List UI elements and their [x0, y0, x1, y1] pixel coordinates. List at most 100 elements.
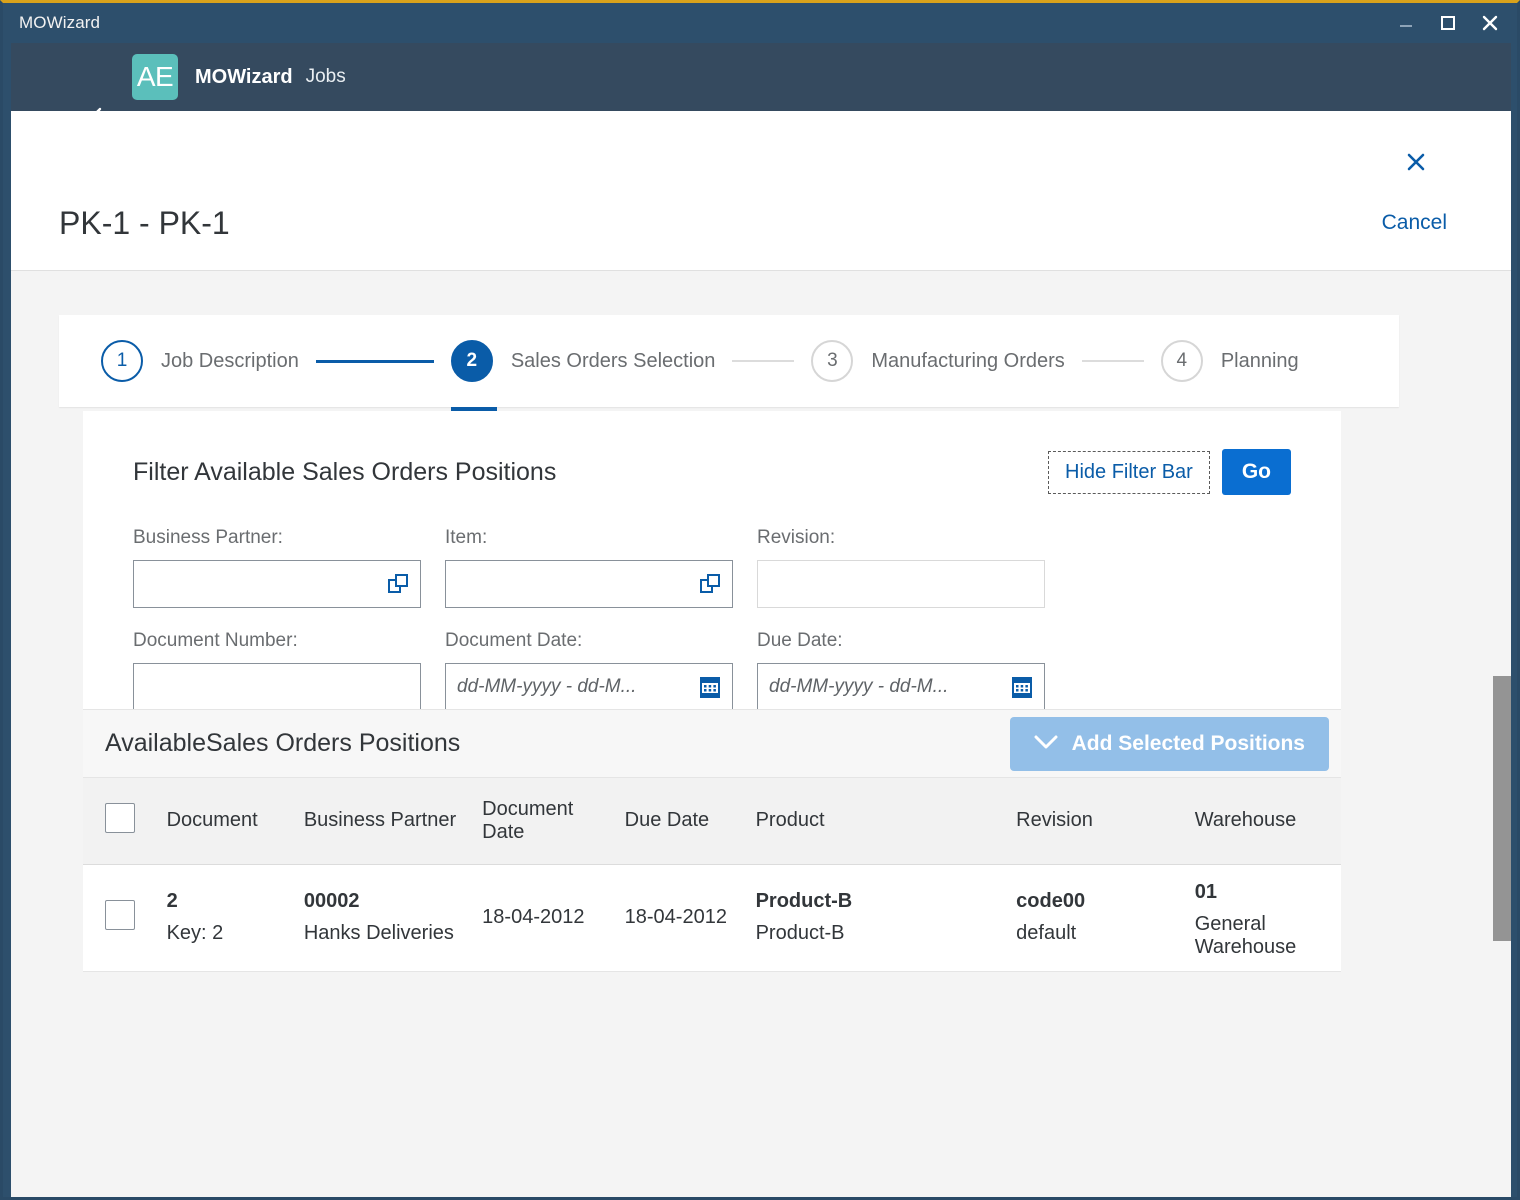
filter-field-document-date: Document Date: [445, 630, 757, 711]
table-viewport: AvailableSales Orders Positions Add Sele… [83, 709, 1341, 981]
table-row[interactable]: 2 Key: 2 00002 Hanks Deliveries 18-04-20… [83, 864, 1341, 971]
filter-field-due-date: Due Date: [757, 630, 1069, 711]
table-toolbar: AvailableSales Orders Positions Add Sele… [83, 710, 1341, 778]
cell-warehouse: 01 General Warehouse [1187, 864, 1341, 971]
column-header-warehouse[interactable]: Warehouse [1187, 778, 1341, 864]
item-input[interactable] [446, 561, 732, 607]
wizard-step-2[interactable]: 2 Sales Orders Selection [451, 340, 716, 382]
cell-revision: code00 default [1008, 864, 1187, 971]
item-input-wrap[interactable] [445, 560, 733, 608]
wizard-step-3-label: Manufacturing Orders [871, 350, 1064, 373]
os-window-title: MOWizard [19, 13, 100, 33]
go-button[interactable]: Go [1222, 449, 1291, 495]
cell-product-sub: Product-B [756, 922, 1001, 945]
table-header-row: Document Business Partner Document Date … [83, 778, 1341, 864]
wizard-step-3-number: 3 [811, 340, 853, 382]
cell-document-sub: Key: 2 [167, 922, 288, 945]
filter-field-business-partner: Business Partner: [133, 527, 445, 608]
filter-field-document-number: Document Number: [133, 630, 445, 711]
cell-revision-main: code00 [1016, 890, 1179, 913]
hide-filter-bar-button[interactable]: Hide Filter Bar [1048, 451, 1210, 494]
cell-product-main: Product-B [756, 890, 1001, 913]
filter-title: Filter Available Sales Orders Positions [133, 458, 556, 487]
cell-document: 2 Key: 2 [159, 864, 296, 971]
os-window: MOWizard AE MOWizard Jobs [0, 0, 1520, 1200]
value-help-icon[interactable] [699, 573, 721, 595]
wizard-step-1-number: 1 [101, 340, 143, 382]
available-positions-table: AvailableSales Orders Positions Add Sele… [83, 709, 1341, 972]
wizard-step-2-number: 2 [451, 340, 493, 382]
app-logo: AE [132, 54, 178, 100]
dialog-header: PK-1 - PK-1 Cancel [11, 111, 1511, 271]
add-selected-positions-button[interactable]: Add Selected Positions [1010, 717, 1329, 771]
page-title: PK-1 - PK-1 [59, 205, 230, 242]
wizard-step-4[interactable]: 4 Planning [1161, 340, 1299, 382]
cell-due-date: 18-04-2012 [617, 864, 748, 971]
row-select-cell [83, 864, 159, 971]
maximize-icon[interactable] [1427, 5, 1469, 41]
column-header-product[interactable]: Product [748, 778, 1009, 864]
wizard-steps: 1 Job Description 2 Sales Orders Selecti… [59, 315, 1399, 407]
cell-product: Product-B Product-B [748, 864, 1009, 971]
revision-input[interactable] [758, 561, 1044, 607]
app-subtitle: Jobs [306, 66, 346, 88]
dialog-body: 1 Job Description 2 Sales Orders Selecti… [11, 271, 1511, 1196]
business-partner-input[interactable] [134, 561, 420, 607]
table-title: AvailableSales Orders Positions [105, 729, 460, 758]
wizard-step-4-number: 4 [1161, 340, 1203, 382]
wizard-step-1-label: Job Description [161, 350, 299, 373]
select-all-checkbox[interactable] [105, 803, 135, 833]
filter-header: Filter Available Sales Orders Positions … [133, 449, 1291, 495]
app-shell: AE MOWizard Jobs PK-1 - PK-1 Cancel 1 Jo… [11, 43, 1511, 1198]
due-date-input-wrap[interactable] [757, 663, 1045, 711]
chevron-down-icon [1034, 732, 1058, 756]
select-all-header [83, 778, 159, 864]
cancel-button[interactable]: Cancel [1382, 211, 1447, 235]
document-date-input[interactable] [446, 664, 732, 710]
document-date-input-wrap[interactable] [445, 663, 733, 711]
wizard-connector-2 [732, 360, 794, 362]
revision-input-wrap[interactable] [757, 560, 1045, 608]
minimize-icon[interactable] [1385, 5, 1427, 41]
wizard-step-3[interactable]: 3 Manufacturing Orders [811, 340, 1064, 382]
cell-warehouse-sub: General Warehouse [1195, 913, 1333, 959]
wizard-step-1[interactable]: 1 Job Description [101, 340, 299, 382]
vertical-scrollbar-track[interactable] [1493, 271, 1511, 1196]
positions-table: Document Business Partner Document Date … [83, 778, 1341, 972]
wizard-connector-1 [316, 360, 434, 363]
row-checkbox[interactable] [105, 900, 135, 930]
calendar-icon[interactable] [699, 675, 721, 699]
cell-business-partner-sub: Hanks Deliveries [304, 922, 466, 945]
close-icon[interactable] [1469, 5, 1511, 41]
document-number-input-wrap[interactable] [133, 663, 421, 711]
due-date-input[interactable] [758, 664, 1044, 710]
dialog-close-icon[interactable] [1399, 145, 1433, 179]
filter-label-business-partner: Business Partner: [133, 527, 445, 549]
os-title-bar: MOWizard [3, 3, 1517, 43]
filter-label-due-date: Due Date: [757, 630, 1069, 652]
wizard-connector-3 [1082, 360, 1144, 362]
column-header-business-partner[interactable]: Business Partner [296, 778, 474, 864]
filter-field-revision: Revision: [757, 527, 1069, 608]
filter-label-revision: Revision: [757, 527, 1069, 549]
add-selected-positions-label: Add Selected Positions [1072, 732, 1305, 756]
cell-warehouse-main: 01 [1195, 881, 1333, 904]
vertical-scrollbar-thumb[interactable] [1493, 676, 1511, 941]
cell-revision-sub: default [1016, 922, 1179, 945]
column-header-document[interactable]: Document [159, 778, 296, 864]
cell-business-partner-main: 00002 [304, 890, 466, 913]
filter-label-item: Item: [445, 527, 757, 549]
document-number-input[interactable] [134, 664, 420, 710]
table-body: 2 Key: 2 00002 Hanks Deliveries 18-04-20… [83, 864, 1341, 971]
column-header-document-date[interactable]: Document Date [474, 778, 616, 864]
filter-label-document-date: Document Date: [445, 630, 757, 652]
filter-label-document-number: Document Number: [133, 630, 445, 652]
value-help-icon[interactable] [387, 573, 409, 595]
cell-document-main: 2 [167, 890, 288, 913]
wizard-step-2-label: Sales Orders Selection [511, 350, 716, 373]
app-header: AE MOWizard Jobs [11, 43, 1511, 111]
column-header-due-date[interactable]: Due Date [617, 778, 748, 864]
calendar-icon[interactable] [1011, 675, 1033, 699]
business-partner-input-wrap[interactable] [133, 560, 421, 608]
column-header-revision[interactable]: Revision [1008, 778, 1187, 864]
